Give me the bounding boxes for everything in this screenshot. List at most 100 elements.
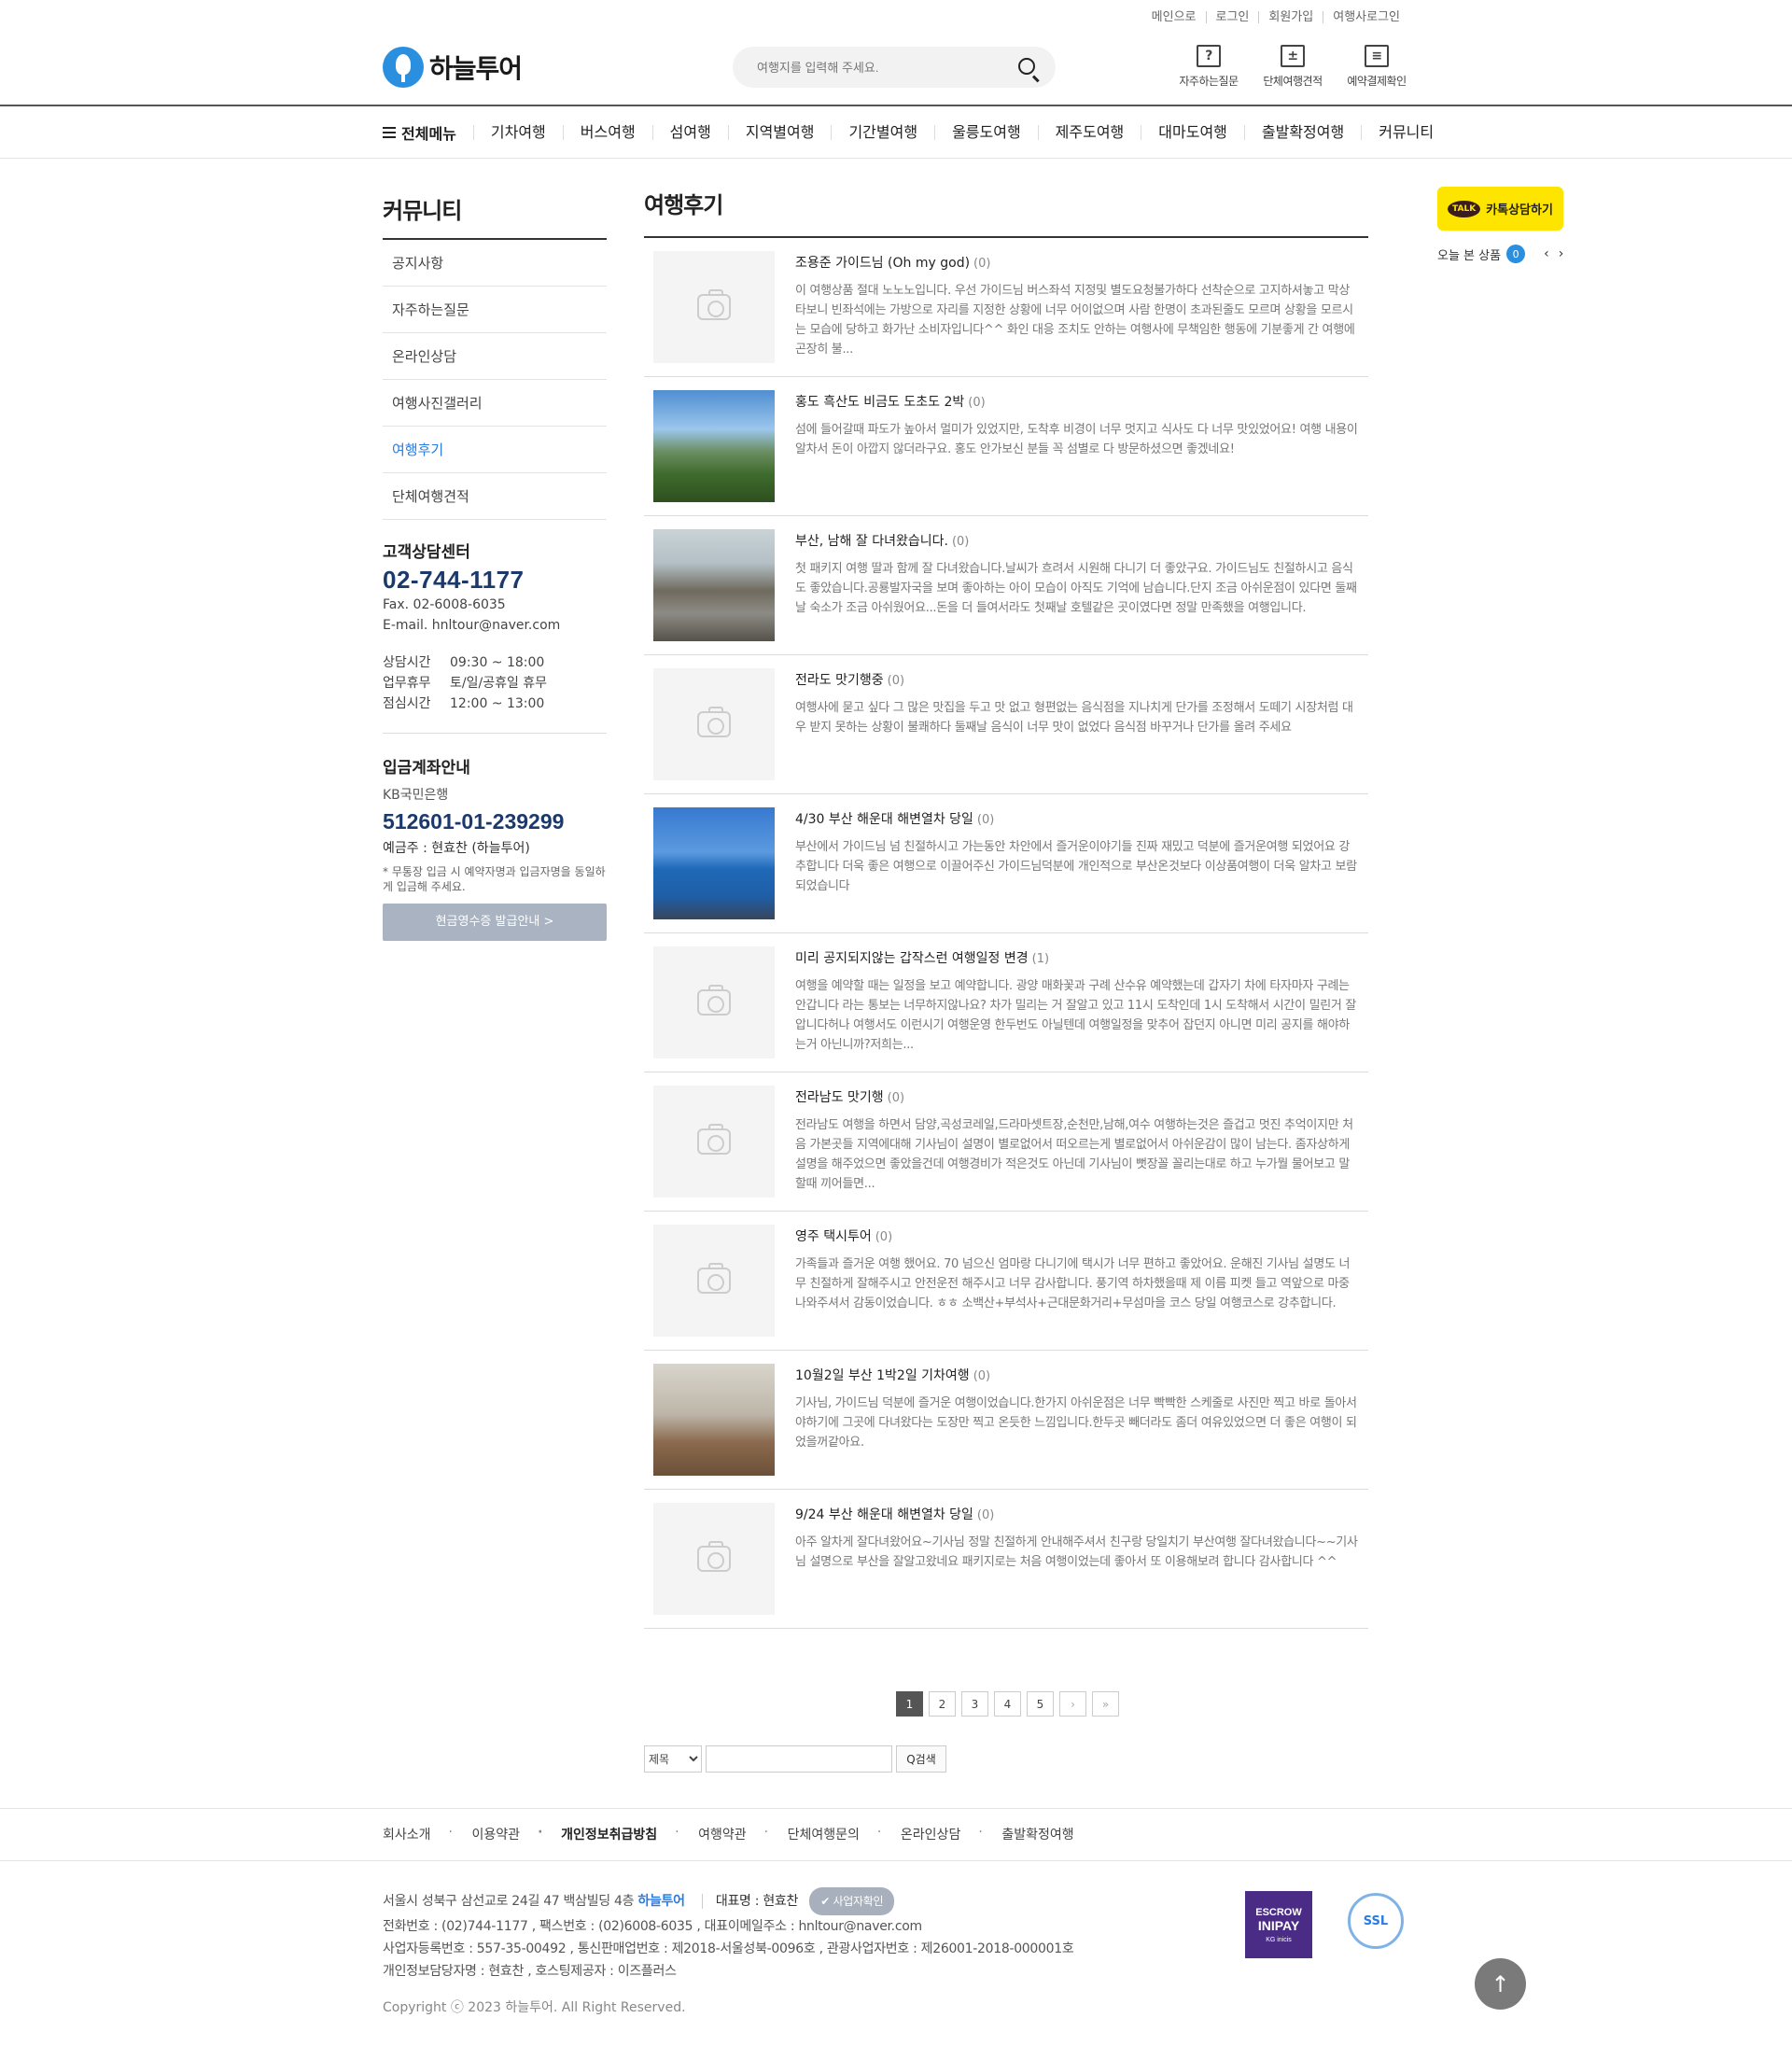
quick-link-group-quote[interactable]: ± 단체여행견적: [1260, 45, 1325, 89]
copyright: Copyright ⓒ 2023 하늘투어. All Right Reserve…: [383, 2000, 686, 2015]
page-2[interactable]: 2: [929, 1691, 956, 1717]
last-page-button[interactable]: »: [1092, 1691, 1119, 1717]
kakao-consult-button[interactable]: TALK 카톡상담하기: [1437, 187, 1563, 231]
post-title[interactable]: 홍도 흑산도 비금도 도초도 2박 (0): [795, 390, 1359, 411]
logo[interactable]: 하늘투어: [383, 47, 523, 88]
post-title[interactable]: 전라도 맛기행중 (0): [795, 668, 1359, 689]
post-item[interactable]: 부산, 남해 잘 다녀왔습니다. (0) 첫 패키지 여행 딸과 함께 잘 다녀왔습…: [644, 516, 1368, 655]
post-body: 조용준 가이드님 (Oh my god) (0) 이 여행상품 절대 노노노입니다.…: [775, 251, 1359, 363]
post-title[interactable]: 조용준 가이드님 (Oh my god) (0): [795, 251, 1359, 272]
sidebar-item-faq[interactable]: 자주하는질문: [383, 287, 607, 333]
post-thumbnail[interactable]: [653, 529, 775, 641]
post-excerpt: 부산에서 가이드님 넘 친절하시고 가는동안 차안에서 즐거운이야기들 진짜 재…: [795, 840, 1357, 893]
search-field-select[interactable]: 제목: [644, 1745, 702, 1773]
comment-count: (1): [1031, 952, 1050, 966]
post-thumbnail-placeholder[interactable]: [653, 251, 775, 363]
nav-item-community[interactable]: 커뮤니티: [1361, 125, 1450, 140]
post-title[interactable]: 전라남도 맛기행 (0): [795, 1086, 1359, 1106]
page-4[interactable]: 4: [994, 1691, 1021, 1717]
quick-link-booking-check[interactable]: ≡ 예약결제확인: [1344, 45, 1409, 89]
sidebar-item-group-quote[interactable]: 단체여행견적: [383, 473, 607, 520]
footer-link-group-inquiry[interactable]: 단체여행문의: [764, 1825, 880, 1843]
ssl-badge[interactable]: SSL: [1348, 1893, 1404, 1949]
kg-inicis-text: KG inicis: [1266, 1936, 1292, 1943]
scroll-top-button[interactable]: ↑: [1475, 1958, 1526, 2010]
post-thumbnail-placeholder[interactable]: [653, 1225, 775, 1337]
post-item[interactable]: 전라남도 맛기행 (0) 전라남도 여행을 하면서 담양,곡성코레일,드라마셋트장,…: [644, 1072, 1368, 1212]
nav-item-island[interactable]: 섬여행: [651, 125, 728, 140]
footer-link-company[interactable]: 회사소개: [383, 1825, 452, 1843]
post-item[interactable]: 영주 택시투어 (0) 가족들과 즐거운 여행 했어요. 70 넘으신 엄마랑 다니…: [644, 1212, 1368, 1351]
util-link-agency-login[interactable]: 여행사로그인: [1323, 11, 1409, 23]
next-arrow-icon[interactable]: ›: [1559, 246, 1564, 261]
sidebar-item-online-consult[interactable]: 온라인상담: [383, 333, 607, 380]
hamburger-icon: [383, 127, 396, 138]
nav-item-tsushima[interactable]: 대마도여행: [1141, 125, 1244, 140]
prev-arrow-icon[interactable]: ‹: [1544, 246, 1549, 261]
post-thumbnail[interactable]: [653, 1364, 775, 1476]
page-1[interactable]: 1: [896, 1691, 923, 1717]
footer-link-terms[interactable]: 이용약관: [449, 1825, 541, 1843]
nav-item-period[interactable]: 기간별여행: [831, 125, 934, 140]
nav-item-ulleungdo[interactable]: 울릉도여행: [934, 125, 1038, 140]
post-title[interactable]: 부산, 남해 잘 다녀왔습니다. (0): [795, 529, 1359, 550]
search-icon[interactable]: [1018, 58, 1035, 75]
util-link-join[interactable]: 회원가입: [1258, 11, 1323, 23]
post-thumbnail-placeholder[interactable]: [653, 668, 775, 780]
post-title[interactable]: 4/30 부산 해운대 해변열차 당일 (0): [795, 807, 1359, 828]
post-item[interactable]: 전라도 맛기행중 (0) 여행사에 묻고 싶다 그 많은 맛집을 두고 맛 없고 형…: [644, 655, 1368, 794]
cs-email: E-mail. hnltour@naver.com: [383, 618, 561, 633]
hours-value: 09:30 ~ 18:00: [450, 655, 545, 670]
post-item[interactable]: 4/30 부산 해운대 해변열차 당일 (0) 부산에서 가이드님 넘 친절하시고 …: [644, 794, 1368, 933]
nav-item-confirmed[interactable]: 출발확정여행: [1243, 125, 1361, 140]
post-thumbnail-placeholder[interactable]: [653, 1503, 775, 1615]
post-thumbnail-placeholder[interactable]: [653, 946, 775, 1058]
footer-link-confirmed[interactable]: 출발확정여행: [978, 1825, 1094, 1843]
post-thumbnail[interactable]: [653, 807, 775, 919]
footer-link-travel-terms[interactable]: 여행약관: [675, 1825, 767, 1843]
nav-item-bus[interactable]: 버스여행: [562, 125, 652, 140]
page-3[interactable]: 3: [961, 1691, 988, 1717]
post-item[interactable]: 조용준 가이드님 (Oh my god) (0) 이 여행상품 절대 노노노입니다.…: [644, 238, 1368, 377]
footer-link-online-consult[interactable]: 온라인상담: [877, 1825, 981, 1843]
cs-phone: 02-744-1177: [383, 566, 525, 594]
nav-item-jeju[interactable]: 제주도여행: [1037, 125, 1141, 140]
board-search-input[interactable]: [706, 1745, 892, 1773]
cash-receipt-button[interactable]: 현금영수증 발급안내 >: [383, 904, 607, 941]
post-list: 조용준 가이드님 (Oh my god) (0) 이 여행상품 절대 노노노입니다.…: [644, 238, 1368, 1629]
next-page-button[interactable]: ›: [1059, 1691, 1086, 1717]
sidebar-item-gallery[interactable]: 여행사진갤러리: [383, 380, 607, 427]
post-item[interactable]: 미리 공지되지않는 갑작스런 여행일정 변경 (1) 여행을 예약할 때는 일정을 …: [644, 933, 1368, 1072]
post-excerpt: 여행사에 묻고 싶다 그 많은 맛집을 두고 맛 없고 형편없는 음식점을 지나…: [795, 701, 1353, 735]
post-title[interactable]: 9/24 부산 해운대 해변열차 당일 (0): [795, 1503, 1359, 1523]
post-item[interactable]: 홍도 흑산도 비금도 도초도 2박 (0) 섬에 들어갈때 파도가 높아서 멀미가 …: [644, 377, 1368, 516]
post-thumbnail[interactable]: [653, 390, 775, 502]
bank-note: * 무통장 입금 시 예약자명과 입금자명을 동일하게 입금해 주세요.: [383, 865, 606, 893]
nav-item-region[interactable]: 지역별여행: [727, 125, 832, 140]
cs-fax: Fax. 02-6008-6035: [383, 597, 506, 612]
post-title[interactable]: 미리 공지되지않는 갑작스런 여행일정 변경 (1): [795, 946, 1359, 967]
search-input[interactable]: [733, 47, 1003, 88]
hours-value: 토/일/공휴일 휴무: [450, 676, 548, 691]
util-link-home[interactable]: 메인으로: [1142, 11, 1206, 23]
board-search-button[interactable]: Q검색: [896, 1745, 946, 1773]
escrow-badge[interactable]: ESCROW INIPAY KG inicis: [1245, 1891, 1312, 1958]
hours-key: 상담시간: [383, 655, 431, 670]
quick-link-faq[interactable]: ? 자주하는질문: [1176, 45, 1241, 89]
util-link-login[interactable]: 로그인: [1205, 11, 1259, 23]
business-verify-button[interactable]: ✔ 사업자확인: [809, 1887, 895, 1915]
all-menu-button[interactable]: 전체메뉴: [383, 121, 473, 144]
escrow-text: ESCROW: [1255, 1906, 1302, 1918]
page-5[interactable]: 5: [1027, 1691, 1054, 1717]
footer-link-privacy[interactable]: 개인정보취급방침: [538, 1825, 678, 1843]
post-item[interactable]: 9/24 부산 해운대 해변열차 당일 (0) 아주 알차게 잘다녀왔어요~기사님 …: [644, 1490, 1368, 1629]
post-thumbnail-placeholder[interactable]: [653, 1086, 775, 1198]
sidebar-item-reviews[interactable]: 여행후기: [383, 427, 607, 473]
nav-item-train[interactable]: 기차여행: [472, 125, 563, 140]
sidebar-item-notice[interactable]: 공지사항: [383, 240, 607, 287]
post-title[interactable]: 영주 택시투어 (0): [795, 1225, 1359, 1245]
bank-name: KB국민은행: [383, 788, 449, 803]
post-body: 홍도 흑산도 비금도 도초도 2박 (0) 섬에 들어갈때 파도가 높아서 멀미가 …: [775, 390, 1359, 502]
post-title[interactable]: 10월2일 부산 1박2일 기차여행 (0): [795, 1364, 1359, 1384]
post-item[interactable]: 10월2일 부산 1박2일 기차여행 (0) 기사님, 가이드님 덕분에 즐거운 여…: [644, 1351, 1368, 1490]
